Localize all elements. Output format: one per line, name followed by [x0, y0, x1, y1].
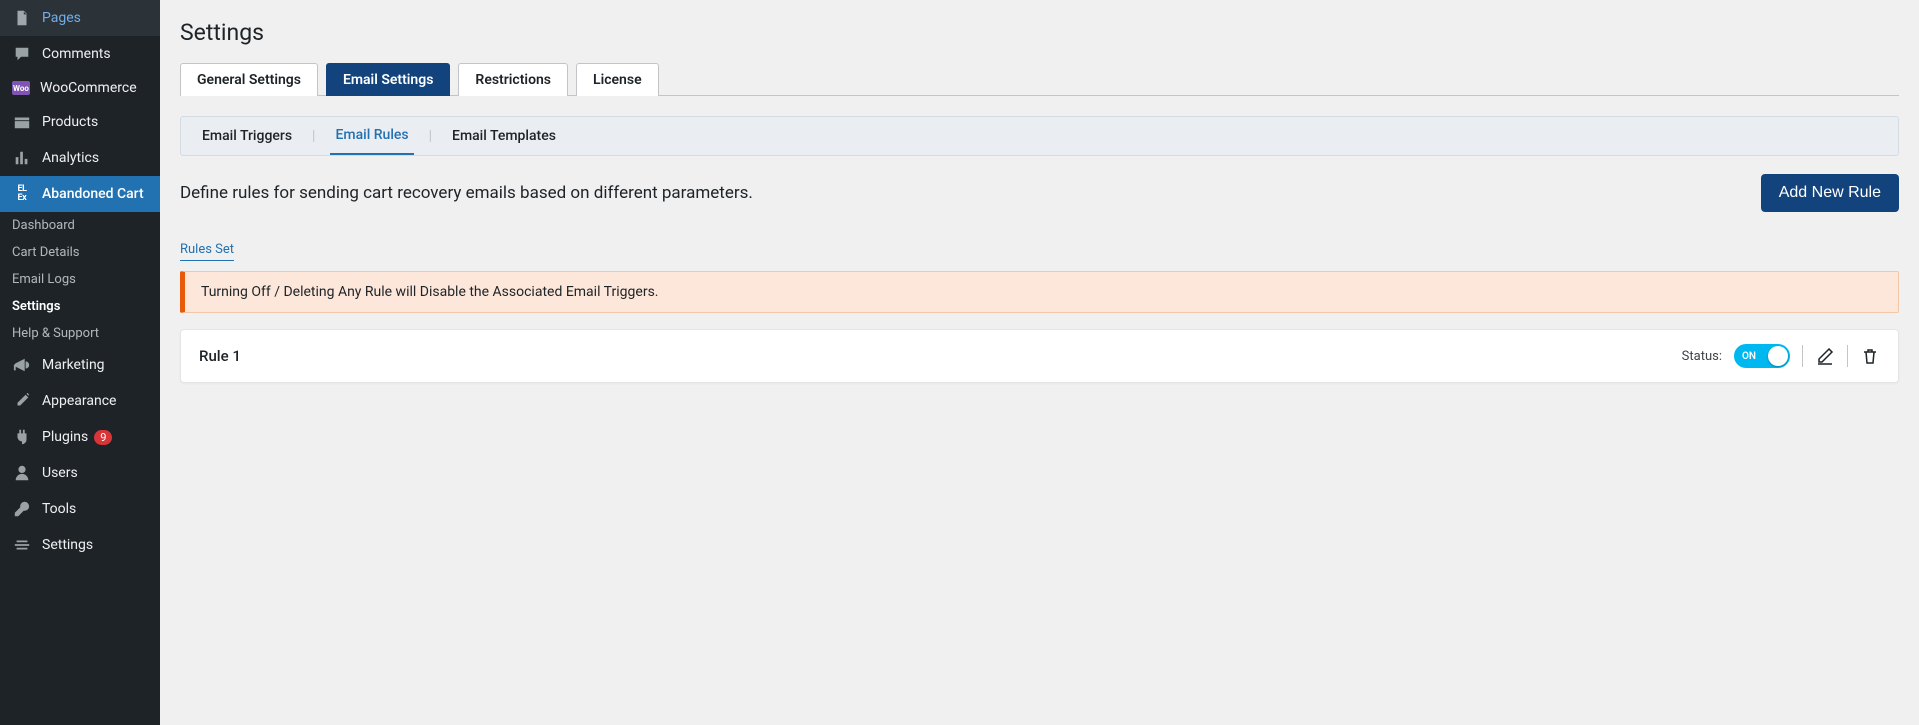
separator: | [429, 128, 432, 144]
subtab-email-templates[interactable]: Email Templates [447, 118, 561, 154]
edit-rule-button[interactable] [1815, 346, 1835, 366]
separator [1802, 345, 1803, 367]
rule-status-toggle[interactable]: ON [1734, 344, 1790, 368]
sidebar-label: Marketing [42, 357, 105, 373]
sidebar-item-marketing[interactable]: Marketing [0, 347, 160, 383]
sidebar-item-appearance[interactable]: Appearance [0, 383, 160, 419]
email-settings-panel: Email Triggers | Email Rules | Email Tem… [180, 116, 1899, 383]
subtab-email-triggers[interactable]: Email Triggers [197, 118, 297, 154]
sidebar-item-woocommerce[interactable]: Woo WooCommerce [0, 72, 160, 104]
pages-icon [12, 8, 32, 28]
admin-sidebar: Pages Comments Woo WooCommerce Products … [0, 0, 160, 725]
description-text: Define rules for sending cart recovery e… [180, 183, 753, 203]
sidebar-subitem-dashboard[interactable]: Dashboard [0, 212, 160, 239]
status-label: Status: [1682, 349, 1722, 364]
sidebar-item-tools[interactable]: Tools [0, 491, 160, 527]
sidebar-label: Analytics [42, 150, 99, 166]
sidebar-label: Settings [42, 537, 93, 553]
sidebar-submenu: Dashboard Cart Details Email Logs Settin… [0, 212, 160, 347]
settings-tabs: General Settings Email Settings Restrict… [180, 62, 1899, 96]
marketing-icon [12, 355, 32, 375]
tab-email-settings[interactable]: Email Settings [326, 63, 450, 96]
main-content: Settings General Settings Email Settings… [160, 0, 1919, 725]
subtab-email-rules[interactable]: Email Rules [330, 117, 413, 155]
sidebar-label: Appearance [42, 393, 116, 409]
page-title: Settings [180, 10, 1899, 50]
separator: | [312, 128, 315, 144]
tools-icon [12, 499, 32, 519]
sidebar-item-settings[interactable]: Settings [0, 527, 160, 563]
plugin-update-badge: 9 [94, 430, 112, 445]
toggle-text: ON [1742, 351, 1756, 362]
users-icon [12, 463, 32, 483]
comments-icon [12, 44, 32, 64]
tab-license[interactable]: License [576, 63, 659, 96]
appearance-icon [12, 391, 32, 411]
add-new-rule-button[interactable]: Add New Rule [1761, 174, 1899, 212]
delete-rule-button[interactable] [1860, 346, 1880, 366]
sidebar-item-products[interactable]: Products [0, 104, 160, 140]
sidebar-label: WooCommerce [40, 80, 137, 96]
sidebar-label: Tools [42, 501, 76, 517]
sidebar-label: Users [42, 465, 78, 481]
rule-name: Rule 1 [199, 347, 241, 365]
sidebar-item-analytics[interactable]: Analytics [0, 140, 160, 176]
sidebar-subitem-settings[interactable]: Settings [0, 293, 160, 320]
sidebar-label: Products [42, 114, 98, 130]
settings-icon [12, 535, 32, 555]
sidebar-label: Comments [42, 46, 111, 62]
sidebar-label: Abandoned Cart [42, 186, 144, 202]
rule-row: Rule 1 Status: ON [180, 329, 1899, 383]
sidebar-subitem-cart-details[interactable]: Cart Details [0, 239, 160, 266]
sidebar-item-plugins[interactable]: Plugins 9 [0, 419, 160, 455]
plugins-icon [12, 427, 32, 447]
products-icon [12, 112, 32, 132]
tab-restrictions[interactable]: Restrictions [458, 63, 568, 96]
rule-actions: Status: ON [1682, 344, 1880, 368]
separator [1847, 345, 1848, 367]
analytics-icon [12, 148, 32, 168]
tab-general-settings[interactable]: General Settings [180, 63, 318, 96]
woocommerce-icon: Woo [12, 81, 30, 95]
sidebar-item-pages[interactable]: Pages [0, 0, 160, 36]
rules-section-label: Rules Set [180, 242, 234, 261]
abandoned-cart-icon: ELEx [12, 184, 32, 204]
email-subtabs: Email Triggers | Email Rules | Email Tem… [180, 116, 1899, 156]
description-row: Define rules for sending cart recovery e… [180, 156, 1899, 222]
sidebar-item-comments[interactable]: Comments [0, 36, 160, 72]
sidebar-item-abandoned-cart[interactable]: ELEx Abandoned Cart [0, 176, 160, 212]
sidebar-label: Plugins [42, 429, 88, 445]
toggle-handle [1768, 346, 1788, 366]
sidebar-item-users[interactable]: Users [0, 455, 160, 491]
sidebar-subitem-email-logs[interactable]: Email Logs [0, 266, 160, 293]
sidebar-subitem-help[interactable]: Help & Support [0, 320, 160, 347]
sidebar-label: Pages [42, 10, 81, 26]
warning-banner: Turning Off / Deleting Any Rule will Dis… [180, 271, 1899, 313]
